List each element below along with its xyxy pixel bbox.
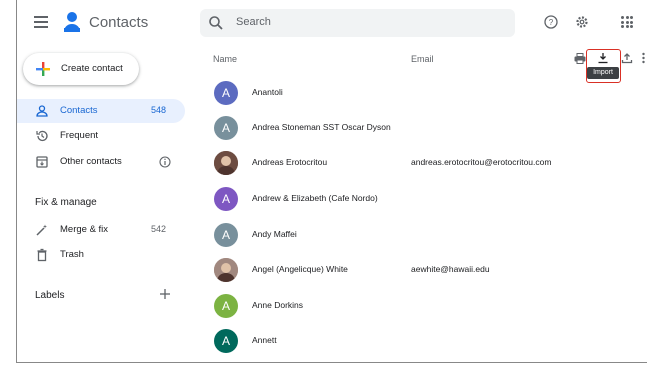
contact-name: Anne Dorkins <box>252 300 304 310</box>
contact-row[interactable]: A Anne Dorkins <box>197 288 647 324</box>
plus-icon <box>36 62 50 76</box>
contact-row[interactable]: Angel (Angelicque) White aewhite@hawaii.e… <box>197 252 647 288</box>
contact-name: Andrew & Elizabeth (Cafe Nordo) <box>252 193 378 203</box>
sidebar-item-merge-fix[interactable]: Merge & fix 542 <box>17 218 185 242</box>
sidebar-item-label: Frequent <box>60 130 99 141</box>
contact-row[interactable]: A Andy Maffei <box>197 217 647 253</box>
email-column-header[interactable]: Email <box>411 54 434 64</box>
help-icon[interactable]: ? <box>544 15 558 29</box>
sidebar-item-label: Contacts <box>60 105 98 116</box>
sidebar-item-label: Merge & fix <box>60 224 109 235</box>
contact-row[interactable]: A Andrea Stoneman SST Oscar Dyson <box>197 110 647 146</box>
search-input[interactable]: Search <box>236 16 271 28</box>
contacts-window: Contacts Search ? Create contact Contact… <box>16 0 647 363</box>
contact-avatar: A <box>214 116 238 140</box>
contact-name: Andrea Stoneman SST Oscar Dyson <box>252 122 391 132</box>
create-contact-label: Create contact <box>61 63 123 74</box>
apps-grid-icon[interactable] <box>621 16 633 28</box>
contacts-logo-icon <box>64 12 80 32</box>
contact-avatar: A <box>214 329 238 353</box>
merge-fix-count: 542 <box>151 224 167 234</box>
sidebar-item-label: Other contacts <box>60 156 122 167</box>
top-bar: Contacts Search ? <box>17 0 647 44</box>
more-vert-icon[interactable] <box>641 52 646 64</box>
history-icon <box>36 130 48 142</box>
contact-row[interactable]: A Andrew & Elizabeth (Cafe Nordo) <box>197 181 647 217</box>
name-column-header[interactable]: Name <box>213 54 237 64</box>
fix-manage-heading: Fix & manage <box>35 197 97 208</box>
contact-avatar <box>214 258 238 282</box>
main-menu-icon[interactable] <box>31 12 51 32</box>
contact-name: Andy Maffei <box>252 229 297 239</box>
contact-avatar: A <box>214 223 238 247</box>
sidebar-item-frequent[interactable]: Frequent <box>17 124 185 148</box>
svg-text:?: ? <box>549 18 554 27</box>
contact-name: Anantoli <box>252 87 283 97</box>
person-icon <box>36 105 48 117</box>
create-contact-button[interactable]: Create contact <box>23 53 139 85</box>
contact-avatar: A <box>214 81 238 105</box>
contacts-count: 548 <box>151 105 167 115</box>
contact-row[interactable]: Andreas Erotocritou andreas.erotocritou@e… <box>197 145 647 181</box>
app-title: Contacts <box>89 14 149 31</box>
contact-email: aewhite@hawaii.edu <box>411 264 490 274</box>
sidebar-item-label: Trash <box>60 249 84 260</box>
contact-row[interactable]: A Anantoli <box>197 75 647 111</box>
sidebar-item-contacts[interactable]: Contacts 548 <box>17 99 185 123</box>
export-upload-icon[interactable] <box>621 52 633 64</box>
sidebar-item-trash[interactable]: Trash <box>17 243 185 267</box>
magic-wand-icon <box>36 224 47 236</box>
import-download-icon[interactable] <box>597 52 609 64</box>
info-icon[interactable] <box>159 156 171 168</box>
settings-icon[interactable] <box>575 15 589 29</box>
contact-name: Annett <box>252 335 277 345</box>
archive-icon <box>36 156 48 168</box>
contact-avatar: A <box>214 187 238 211</box>
contact-name: Andreas Erotocritou <box>252 157 328 167</box>
contact-row[interactable]: A Annett <box>197 323 647 359</box>
contact-avatar: A <box>214 294 238 318</box>
contact-avatar <box>214 151 238 175</box>
contact-email: andreas.erotocritou@erotocritou.com <box>411 157 552 167</box>
add-label-icon[interactable] <box>159 288 171 300</box>
search-bar[interactable]: Search <box>200 9 515 37</box>
print-icon[interactable] <box>574 53 586 64</box>
search-icon <box>209 16 223 30</box>
contact-name: Angel (Angelicque) White <box>252 264 348 274</box>
sidebar-item-other-contacts[interactable]: Other contacts <box>17 150 185 174</box>
labels-heading: Labels <box>35 290 65 301</box>
trash-icon <box>37 248 47 262</box>
